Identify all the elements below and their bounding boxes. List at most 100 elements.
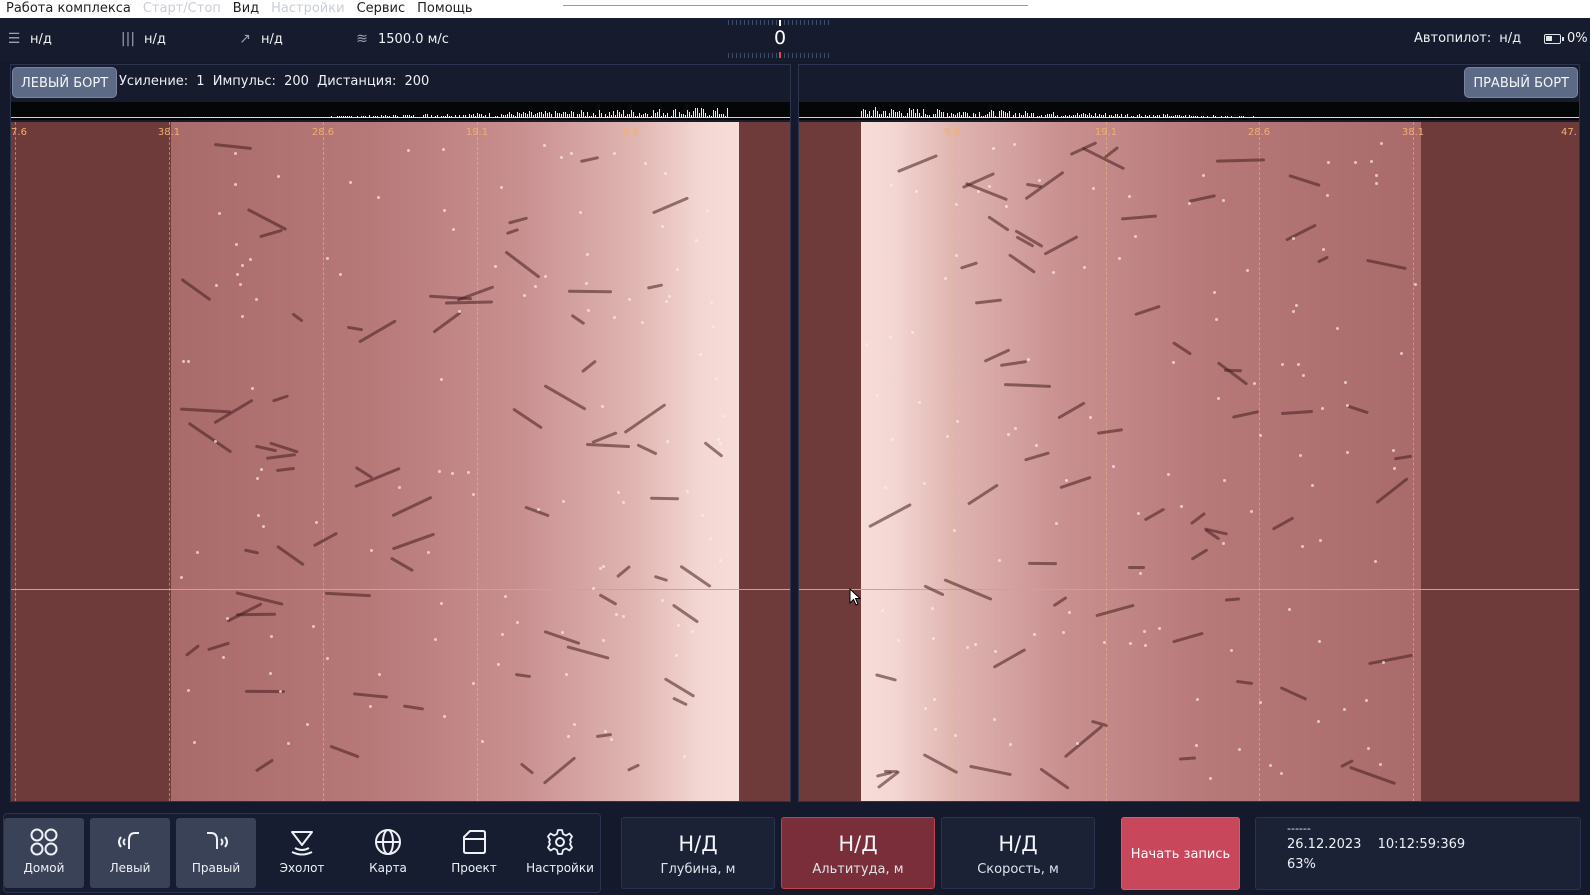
amplitude-bar (1169, 116, 1170, 118)
amplitude-bar (265, 117, 266, 118)
seabed-speck (641, 320, 645, 324)
amplitude-bar (1209, 117, 1210, 118)
amplitude-bar (1335, 117, 1336, 118)
amplitude-bar (1419, 117, 1420, 118)
nav-settings-button[interactable]: Настройки (520, 818, 600, 888)
amplitude-bar (503, 115, 504, 118)
gear-icon (547, 829, 573, 855)
amplitude-bar (891, 109, 892, 118)
seabed-speck (888, 335, 892, 339)
amplitude-bar (915, 113, 916, 118)
amplitude-bar (263, 117, 264, 118)
amplitude-bar (1397, 117, 1398, 118)
amplitude-bar (1081, 114, 1082, 118)
nav-echosounder-button[interactable]: Эхолот (262, 818, 342, 888)
amplitude-bar (1253, 116, 1254, 118)
amplitude-bar (527, 114, 528, 118)
amplitude-bar (227, 117, 228, 118)
amplitude-bar (1391, 117, 1392, 118)
seabed-speck (451, 227, 455, 231)
amplitude-bar (355, 117, 356, 118)
amplitude-bar (1187, 117, 1188, 118)
range-label: 9.6 (944, 127, 960, 138)
amplitude-bar (981, 116, 982, 118)
grid-line (323, 122, 324, 801)
amplitude-bar (1263, 117, 1264, 118)
nav-map-button[interactable]: Карта (348, 818, 428, 888)
amplitude-bar (535, 114, 536, 118)
amplitude-bar (1197, 116, 1198, 118)
amplitude-bar (1057, 115, 1058, 118)
amplitude-bar (577, 114, 578, 118)
amplitude-bar (321, 117, 322, 118)
amplitude-bar (889, 113, 890, 118)
amplitude-bar (1105, 113, 1106, 118)
right-side-button[interactable]: ПРАВЫЙ БОРТ (1464, 67, 1578, 98)
amplitude-bar (1217, 117, 1218, 118)
seabed-speck (922, 481, 926, 485)
amplitude-bar (467, 117, 468, 118)
amplitude-bar (1191, 116, 1192, 118)
echosounder-icon (291, 831, 313, 856)
seabed-speck (1217, 396, 1221, 400)
amplitude-bar (1151, 117, 1152, 118)
nav-left-button[interactable]: Левый (90, 818, 170, 888)
amplitude-bar (1011, 117, 1012, 118)
amplitude-bar (653, 110, 654, 118)
left-sonar-image[interactable]: 7.6 38.1 28.6 19.1 9.6 (11, 122, 790, 801)
nav-project-button[interactable]: Проект (434, 818, 514, 888)
range-label: 9.6 (623, 127, 639, 138)
amplitude-bar (1349, 117, 1350, 118)
amplitude-bar (1157, 115, 1158, 118)
seabed-speck (682, 754, 686, 758)
amplitude-bar (1069, 115, 1070, 118)
amplitude-bar (531, 112, 532, 118)
amplitude-bar (969, 116, 970, 118)
amplitude-bar (1017, 117, 1018, 118)
nav-home-button[interactable]: Домой (4, 818, 84, 888)
amplitude-bar (1423, 117, 1424, 118)
amplitude-bar (491, 117, 492, 118)
amplitude-bar (917, 109, 918, 118)
amplitude-bar (323, 117, 324, 118)
menu-help[interactable]: Помощь (411, 0, 478, 18)
left-side-button[interactable]: ЛЕВЫЙ БОРТ (12, 67, 118, 98)
nav-right-button[interactable]: Правый (176, 818, 256, 888)
seabed-speck (602, 565, 606, 568)
amplitude-bar (569, 114, 570, 118)
amplitude-bar (435, 116, 436, 118)
start-record-button[interactable]: Начать запись (1121, 817, 1240, 890)
seabed-speck (668, 294, 672, 298)
amplitude-bar (635, 116, 636, 118)
amplitude-bar (433, 117, 434, 118)
amplitude-bar (239, 117, 240, 118)
right-sonar-image[interactable]: 9.6 19.1 28.6 38.1 47. (799, 122, 1579, 801)
amplitude-bar (869, 111, 870, 118)
seabed-speck (974, 642, 978, 646)
amplitude-bar (499, 117, 500, 118)
amplitude-bar (1163, 114, 1164, 118)
menu-service[interactable]: Сервис (351, 0, 412, 18)
amplitude-bar (579, 114, 580, 118)
amplitude-bar (441, 116, 442, 118)
altitude-value: Н/Д (838, 832, 878, 856)
range-label: 38.1 (157, 127, 181, 138)
menu-work-complex[interactable]: Работа комплекса (0, 0, 137, 18)
amplitude-bar (1393, 117, 1394, 118)
hamburger-icon[interactable]: ☰ (6, 31, 22, 47)
amplitude-bar (677, 117, 678, 118)
seabed-speck (1229, 648, 1233, 652)
folder-icon (463, 830, 486, 854)
amplitude-bar (907, 113, 908, 118)
amplitude-bar (407, 115, 408, 118)
seabed-speck (1343, 707, 1346, 711)
amplitude-bar (279, 117, 280, 118)
amplitude-bar (701, 108, 702, 118)
menu-view[interactable]: Вид (227, 0, 265, 18)
right-sonar-panel: ПРАВЫЙ БОРТ 9.6 19.1 28.6 38.1 47. (798, 64, 1580, 802)
amplitude-bar (255, 117, 256, 118)
amplitude-bar (683, 114, 684, 118)
amplitude-bar (673, 110, 674, 118)
amplitude-bar (1031, 113, 1032, 118)
amplitude-bar (1195, 116, 1196, 118)
